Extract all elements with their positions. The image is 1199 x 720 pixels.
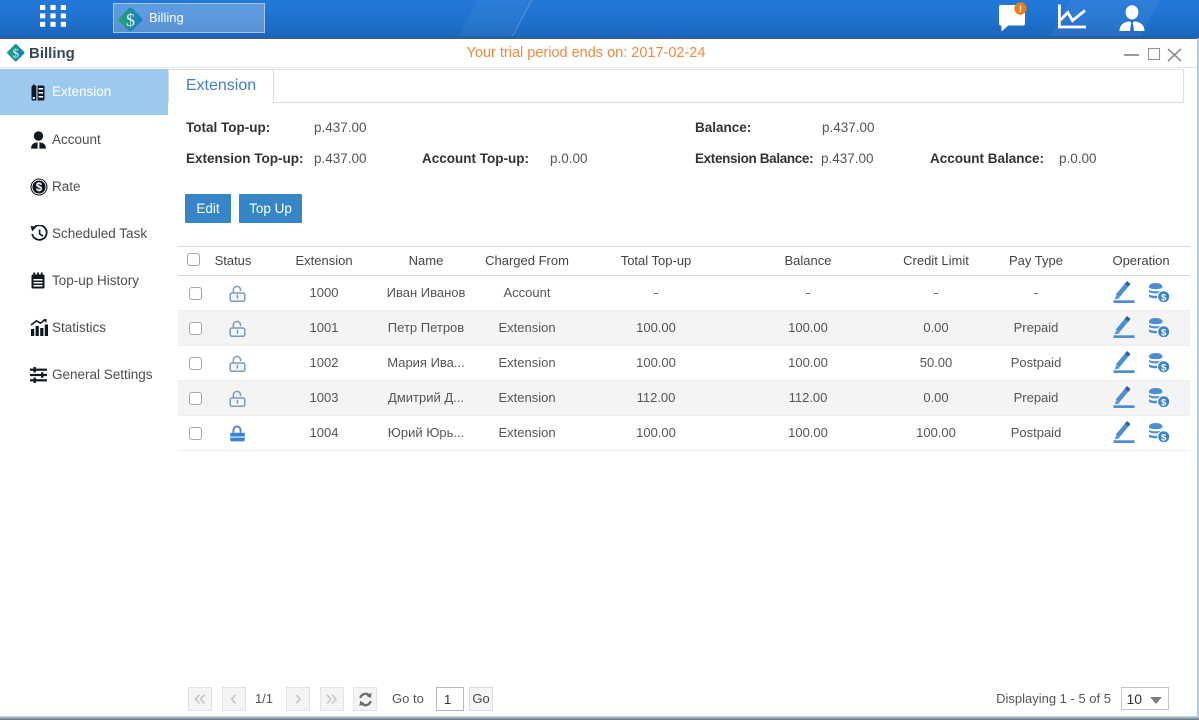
- svg-text:$: $: [1161, 292, 1167, 303]
- svg-text:!: !: [1019, 4, 1022, 15]
- svg-text:$: $: [1161, 362, 1167, 373]
- svg-text:$: $: [126, 10, 135, 30]
- svg-text:$: $: [1161, 327, 1167, 338]
- svg-text:$: $: [1161, 397, 1167, 408]
- svg-text:$: $: [1161, 432, 1167, 443]
- svg-text:$: $: [36, 182, 43, 194]
